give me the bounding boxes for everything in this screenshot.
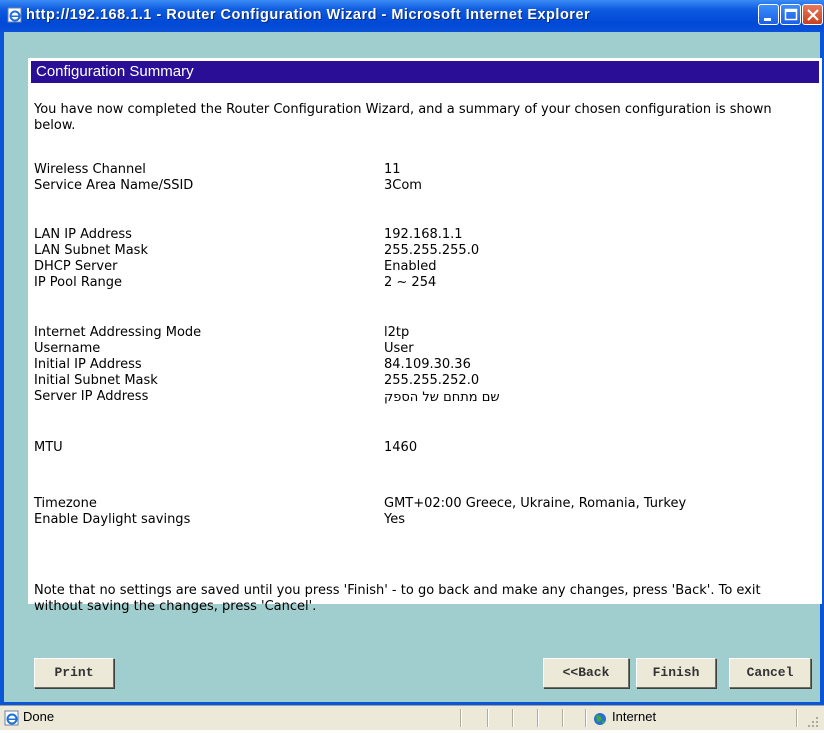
status-divider (537, 709, 539, 727)
addressing-mode-value: l2tp (384, 325, 410, 340)
mtu-value: 1460 (384, 440, 418, 455)
cancel-button[interactable]: Cancel (729, 658, 811, 688)
zone-text: Internet (612, 709, 657, 724)
dhcp-server-value: Enabled (384, 259, 437, 274)
maximize-icon (784, 8, 798, 21)
lan-subnet-label: LAN Subnet Mask (34, 243, 148, 258)
note-text: Note that no settings are saved until yo… (34, 583, 761, 614)
close-icon (807, 9, 819, 21)
initial-subnet-value: 255.255.252.0 (384, 373, 480, 388)
ie-page-icon (7, 7, 23, 23)
status-divider (585, 709, 587, 727)
status-divider (796, 709, 798, 727)
status-text: Done (23, 709, 55, 724)
timezone-label: Timezone (34, 496, 97, 511)
username-value: User (384, 341, 414, 356)
initial-subnet-label: Initial Subnet Mask (34, 373, 158, 388)
window-title: http://192.168.1.1 - Router Configuratio… (26, 7, 591, 23)
summary-title: Configuration Summary (36, 63, 194, 80)
summary-panel: Configuration Summary You have now compl… (28, 58, 822, 614)
wireless-channel-value: 11 (384, 162, 401, 177)
server-ip-label: Server IP Address (34, 389, 149, 404)
back-button[interactable]: <<Back (543, 658, 629, 688)
ssid-label: Service Area Name/SSID (34, 178, 194, 193)
status-divider (562, 709, 564, 727)
minimize-button[interactable] (758, 4, 779, 25)
addressing-mode-label: Internet Addressing Mode (34, 325, 202, 340)
page-content: Configuration Summary You have now compl… (4, 32, 822, 702)
timezone-value: GMT+02:00 Greece, Ukraine, Romania, Turk… (384, 496, 687, 511)
globe-icon (593, 711, 607, 725)
summary-header: Configuration Summary (31, 61, 819, 83)
browser-window: http://192.168.1.1 - Router Configuratio… (0, 0, 824, 730)
ie-page-icon (4, 710, 20, 726)
resize-grip-icon[interactable] (806, 714, 820, 728)
username-label: Username (34, 341, 101, 356)
lan-subnet-value: 255.255.255.0 (384, 243, 480, 258)
daylight-savings-label: Enable Daylight savings (34, 512, 191, 527)
ip-pool-label: IP Pool Range (34, 275, 123, 290)
server-ip-value: שם מתחם של הספק (384, 390, 500, 405)
lan-ip-label: LAN IP Address (34, 227, 132, 242)
ip-pool-value: 2 ~ 254 (384, 275, 437, 290)
daylight-savings-value: Yes (384, 512, 405, 527)
finish-button[interactable]: Finish (636, 658, 716, 688)
wireless-channel-label: Wireless Channel (34, 162, 146, 177)
intro-text: You have now completed the Router Config… (34, 102, 772, 133)
lan-ip-value: 192.168.1.1 (384, 227, 463, 242)
status-divider (487, 709, 489, 727)
close-button[interactable] (802, 4, 823, 25)
mtu-label: MTU (34, 440, 63, 455)
print-button[interactable]: Print (34, 658, 114, 688)
minimize-icon (764, 18, 771, 21)
initial-ip-value: 84.109.30.36 (384, 357, 471, 372)
status-divider (460, 709, 462, 727)
status-bar: Done Internet (0, 705, 824, 730)
dhcp-server-label: DHCP Server (34, 259, 118, 274)
ssid-value: 3Com (384, 178, 422, 193)
maximize-button[interactable] (780, 4, 801, 25)
initial-ip-label: Initial IP Address (34, 357, 142, 372)
status-divider (512, 709, 514, 727)
title-bar[interactable]: http://192.168.1.1 - Router Configuratio… (0, 0, 824, 32)
